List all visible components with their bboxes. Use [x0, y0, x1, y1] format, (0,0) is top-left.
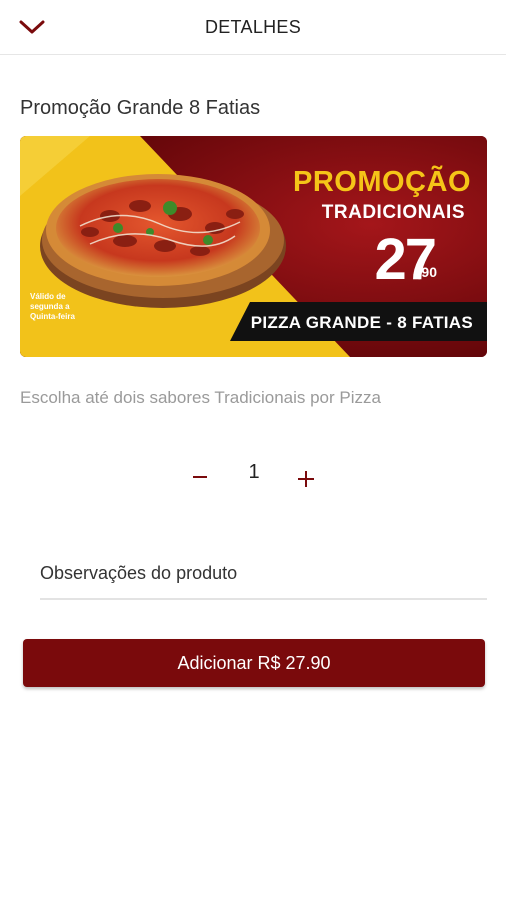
- banner-validity-note: Válido de segunda a Quinta-feira: [30, 292, 75, 321]
- app-header: DETALHES: [0, 0, 506, 55]
- product-notes-input[interactable]: [40, 548, 487, 600]
- plus-icon: [298, 471, 314, 487]
- banner-promo-label: PROMOÇÃO: [293, 166, 471, 198]
- minus-icon: [193, 476, 207, 478]
- banner-category-label: TRADICIONAIS: [321, 202, 465, 223]
- decrease-quantity-button[interactable]: [184, 461, 216, 493]
- product-description: Escolha até dois sabores Tradicionais po…: [20, 388, 381, 407]
- page-title: DETALHES: [204, 17, 302, 37]
- banner-size-label: PIZZA GRANDE - 8 FATIAS: [250, 313, 473, 332]
- quantity-stepper: 1: [0, 455, 506, 501]
- banner-price-decimal: ,90: [417, 264, 437, 280]
- add-to-cart-button[interactable]: Adicionar R$ 27.90: [23, 639, 485, 687]
- banner-price-integer: 27: [374, 227, 436, 292]
- product-title: Promoção Grande 8 Fatias: [20, 97, 261, 119]
- increase-quantity-button[interactable]: [290, 463, 322, 495]
- quantity-value: 1: [248, 461, 260, 483]
- promo-banner-image: Válido de segunda a Quinta-feira PROMOÇÃ…: [20, 136, 487, 357]
